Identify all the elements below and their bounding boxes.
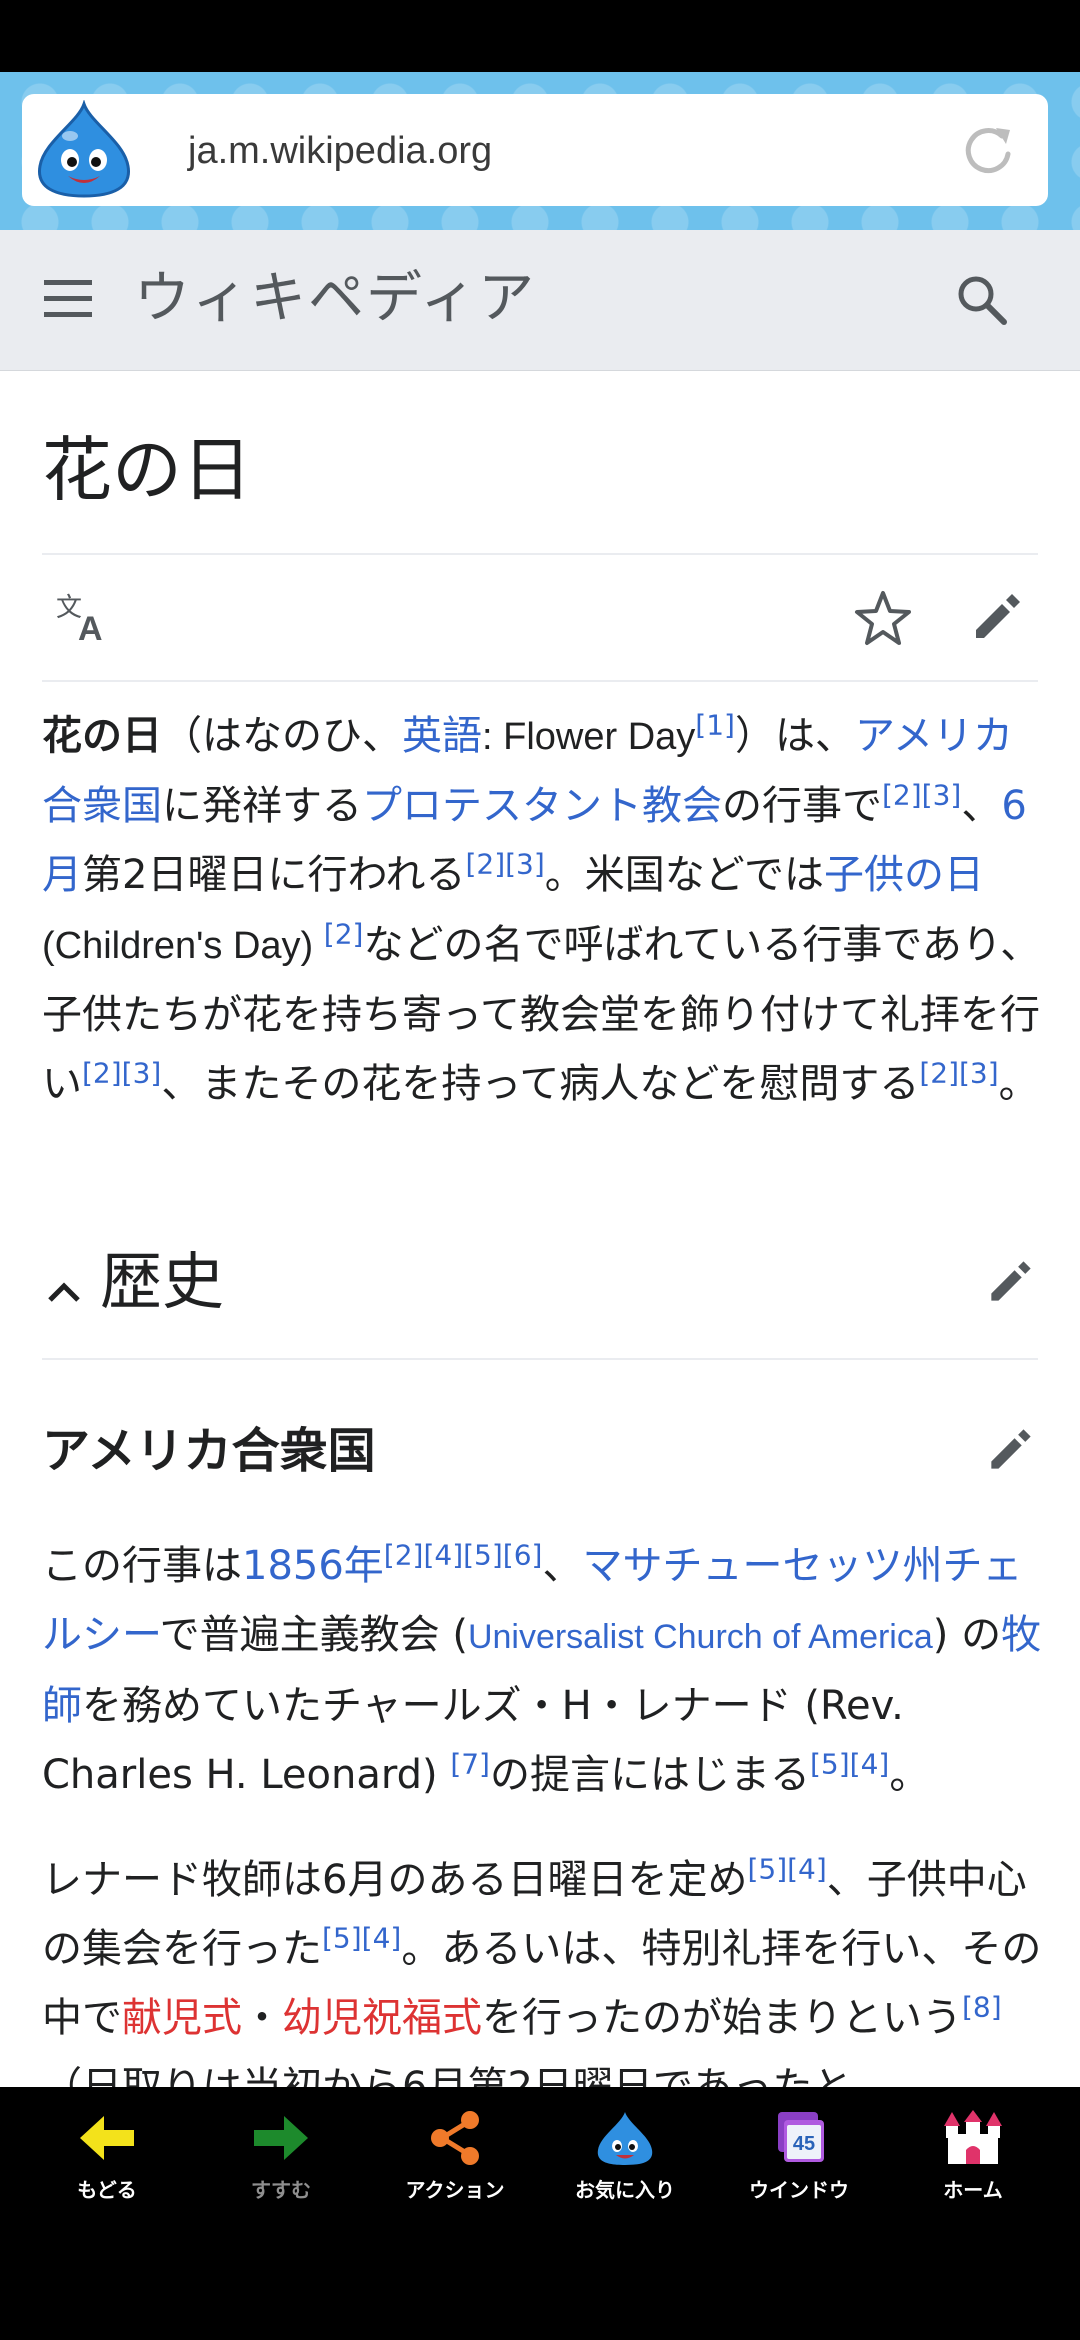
status-bar <box>0 0 1080 72</box>
windows-label: ウインドウ <box>749 2178 849 2202</box>
windows-button[interactable]: 45 ウインドウ <box>724 2100 874 2210</box>
text: レナード牧師は6月のある日曜日を定め <box>42 1857 748 1903</box>
forward-label: すすむ <box>251 2178 311 2202</box>
reference-link[interactable]: [2][3] <box>465 848 544 881</box>
subsection-heading-usa: アメリカ合衆国 <box>42 1423 376 1479</box>
slime-favorites-icon <box>597 2112 653 2165</box>
search-icon[interactable] <box>952 270 1012 330</box>
text: の提言にはじまる <box>489 1752 810 1798</box>
text: : Flower Day <box>482 716 696 758</box>
link-childrens-day[interactable]: 子供の日 <box>824 852 984 898</box>
intro-paragraph: 花の日（はなのひ、英語: Flower Day[1]）は、アメリカ合衆国に発祥す… <box>42 702 1042 1119</box>
reference-link[interactable]: [1] <box>695 709 735 742</box>
svg-text:A: A <box>78 610 103 646</box>
reference-link[interactable]: [2][3] <box>919 1057 998 1090</box>
text: ・ <box>242 1995 282 2041</box>
bold-term: 花の日 <box>42 713 162 759</box>
windows-count: 45 <box>793 2133 815 2155</box>
text: 、またその花を持って病人などを慰問する <box>161 1061 920 1107</box>
wikipedia-logo-text[interactable]: ウィキペディア <box>134 262 536 336</box>
collapse-chevron-icon[interactable] <box>44 1272 84 1312</box>
reference-link[interactable]: [2][3] <box>882 779 961 812</box>
favorites-button[interactable]: お気に入り <box>550 2100 700 2210</box>
history-paragraph-1: この行事は1856年[2][4][5][6]、マサチューセッツ州チェルシーで普遍… <box>42 1532 1042 1810</box>
divider <box>42 553 1038 555</box>
text: （はなのひ、 <box>162 713 402 759</box>
reference-link[interactable]: [2][4][5][6] <box>384 1539 543 1572</box>
forward-arrow-icon <box>254 2116 308 2160</box>
text: ) の <box>932 1612 1002 1658</box>
action-label: アクション <box>405 2178 505 2202</box>
text: に発祥する <box>162 783 362 829</box>
home-button[interactable]: ホーム <box>898 2100 1048 2210</box>
page-title: 花の日 <box>42 429 252 511</box>
text: 。 <box>998 1061 1039 1107</box>
text: 。 <box>889 1752 930 1798</box>
text: の行事で <box>722 783 882 829</box>
text: を行ったのが始まりという <box>482 1995 962 2041</box>
reference-link[interactable]: [7] <box>450 1748 490 1781</box>
watch-star-icon[interactable] <box>852 588 914 650</box>
reload-icon[interactable] <box>958 120 1018 180</box>
section-heading-history[interactable]: 歴史 <box>100 1242 224 1322</box>
link-1856[interactable]: 1856年 <box>242 1543 384 1589</box>
menu-icon[interactable] <box>42 276 96 322</box>
home-label: ホーム <box>943 2178 1003 2202</box>
redlink-kenjishiki[interactable]: 献児式 <box>122 1995 242 2041</box>
text: 、 <box>542 1543 583 1589</box>
slime-logo-icon[interactable] <box>32 100 136 200</box>
back-button[interactable]: もどる <box>32 2100 182 2210</box>
url-field[interactable] <box>22 94 1048 206</box>
article-content <box>0 371 1080 2087</box>
reference-link[interactable]: [2] <box>324 918 364 951</box>
text: 第2日曜日に行われる <box>82 852 466 898</box>
text: 、 <box>961 783 1002 829</box>
edit-pencil-icon[interactable] <box>970 588 1026 644</box>
back-label: もどる <box>77 2178 137 2202</box>
text: (Children's Day) <box>42 925 324 967</box>
reference-link[interactable]: [5][4] <box>810 1748 889 1781</box>
favorites-label: お気に入り <box>575 2178 675 2202</box>
divider <box>42 1358 1038 1360</box>
reference-link[interactable]: [5][4] <box>322 1922 401 1955</box>
castle-home-icon <box>944 2110 1002 2164</box>
reference-link[interactable]: [2][3] <box>82 1057 161 1090</box>
link-protestant[interactable]: プロテスタント教会 <box>362 783 722 829</box>
link-english[interactable]: 英語 <box>402 713 482 759</box>
text: ）は、 <box>734 713 855 759</box>
url-text[interactable]: ja.m.wikipedia.org <box>188 126 492 176</box>
share-icon <box>431 2111 479 2165</box>
reference-link[interactable]: [8] <box>962 1991 1002 2024</box>
text: この行事は <box>42 1543 242 1589</box>
edit-section-icon[interactable] <box>986 1256 1036 1306</box>
action-button[interactable]: アクション <box>380 2100 530 2210</box>
back-arrow-icon <box>80 2116 134 2160</box>
edit-subsection-icon[interactable] <box>986 1424 1036 1474</box>
redlink-yojishukufukushiki[interactable]: 幼児祝福式 <box>282 1995 482 2041</box>
history-paragraph-2: レナード牧師は6月のある日曜日を定め[5][4]、子供中心の集会を行った[5][… <box>42 1846 1042 2122</box>
windows-icon: 45 <box>778 2112 824 2162</box>
link-universalist[interactable]: Universalist Church of America <box>468 1618 933 1656</box>
text: 。米国などでは <box>544 852 824 898</box>
language-icon[interactable]: 文 A <box>54 590 112 646</box>
text: で普遍主義教会 ( <box>159 1612 468 1658</box>
navigation-bar-area <box>0 2257 1080 2340</box>
divider <box>42 680 1038 682</box>
reference-link[interactable]: [5][4] <box>747 1853 826 1886</box>
forward-button[interactable]: すすむ <box>206 2100 356 2210</box>
